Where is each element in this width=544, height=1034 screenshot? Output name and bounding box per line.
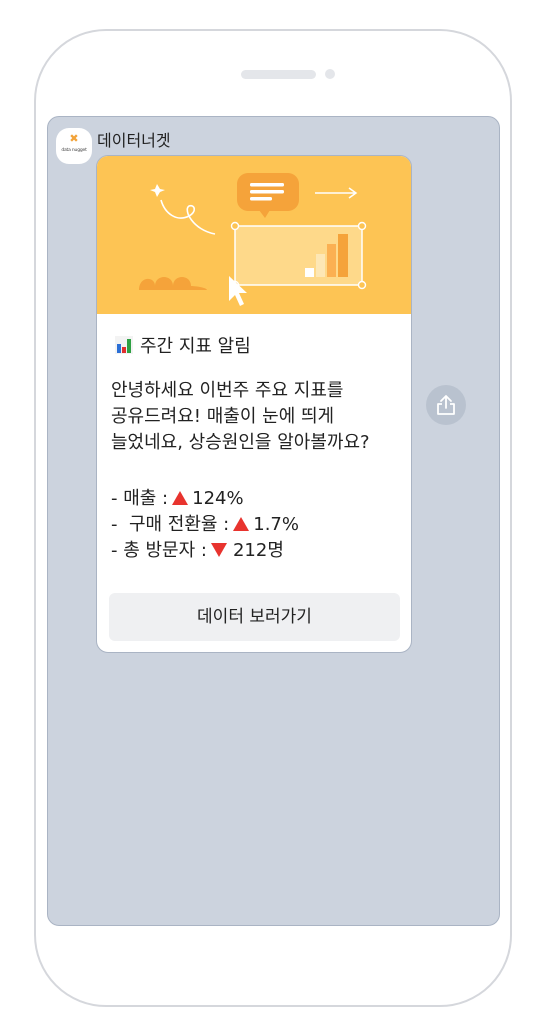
stat-conversion: - 구매 전환율 : 1.7% [111, 512, 403, 538]
bar-chart-icon [114, 335, 134, 355]
stats-list: - 매출 : 124% - 구매 전환율 : 1.7% - 총 방문자 : 212명 [111, 486, 403, 564]
logo-text: data nugget [61, 148, 87, 153]
stat-value: 1.7% [253, 514, 299, 535]
up-triangle-icon [172, 491, 189, 505]
stat-label: - 매출 : [111, 488, 169, 509]
stat-label: - 총 방문자 : [111, 540, 207, 561]
stat-label: - 구매 전환율 : [111, 514, 230, 535]
sender-name: 데이터너겟 [97, 131, 171, 150]
card-title: 주간 지표 알림 [140, 336, 251, 357]
chat-screen: ✖ data nugget 데이터너겟 주간 지표 알림 안녕하세요 이번주 주… [47, 116, 500, 926]
message-body: 안녕하세요 이번주 주요 지표를 공유드려요! 매출이 눈에 띄게 늘었네요, … [111, 380, 370, 453]
avatar[interactable]: ✖ data nugget [56, 128, 92, 164]
card-title-row: 주간 지표 알림 [114, 332, 251, 358]
view-data-button[interactable]: 데이터 보러가기 [109, 593, 400, 641]
logo-mark: ✖ [69, 132, 79, 145]
down-triangle-icon [210, 543, 227, 557]
share-button[interactable] [426, 385, 466, 425]
message-card: 주간 지표 알림 안녕하세요 이번주 주요 지표를 공유드려요! 매출이 눈에 … [96, 155, 412, 653]
share-icon [437, 395, 455, 415]
stat-sales: - 매출 : 124% [111, 486, 403, 512]
phone-speaker [241, 70, 316, 79]
stat-visitors: - 총 방문자 : 212명 [111, 538, 403, 564]
phone-camera [325, 69, 335, 79]
card-banner-illustration [97, 156, 411, 314]
stat-value: 124% [192, 488, 244, 509]
stat-value: 212명 [232, 540, 284, 561]
up-triangle-icon [233, 517, 250, 531]
